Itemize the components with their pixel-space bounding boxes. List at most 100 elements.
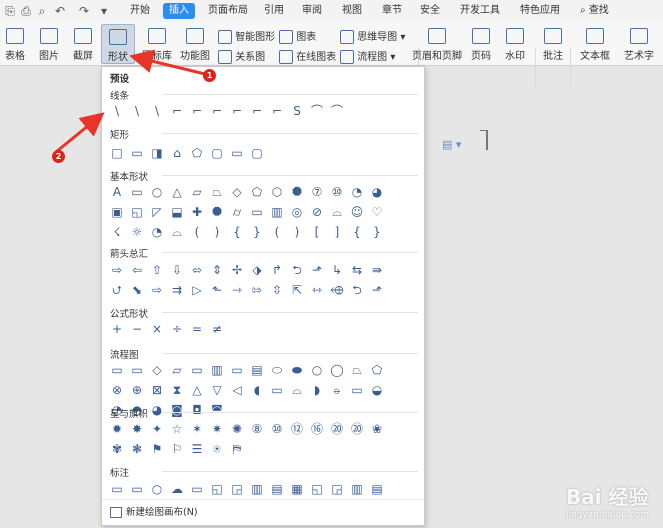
smart-shape-button[interactable]: 智能图形 (218, 28, 275, 44)
shape-icon[interactable]: ○ (147, 182, 167, 202)
shape-icon[interactable]: ⮌ (347, 280, 367, 300)
paste-options-icon[interactable]: ▤ ▾ (442, 138, 461, 151)
shape-icon[interactable]: ⑫ (287, 419, 307, 439)
shape-icon[interactable]: ] (327, 222, 347, 242)
shape-icon[interactable]: △ (167, 182, 187, 202)
shape-icon[interactable]: ⬗ (247, 260, 267, 280)
shape-icon[interactable]: } (367, 222, 387, 242)
shape-icon[interactable]: ◙ (167, 400, 187, 420)
shape-icon[interactable]: A (107, 182, 127, 202)
shape-icon[interactable]: ▽ (207, 380, 227, 400)
shape-icon[interactable]: ▥ (247, 479, 267, 499)
shape-icon[interactable]: ⇛ (367, 260, 387, 280)
shape-icon[interactable]: − (127, 319, 147, 339)
shape-icon[interactable]: ▭ (347, 380, 367, 400)
shape-icon[interactable]: ⇿ (307, 280, 327, 300)
shape-icon[interactable]: ⊕ (127, 380, 147, 400)
shape-icon[interactable]: ⇨ (107, 260, 127, 280)
shape-icon[interactable]: ☰ (187, 439, 207, 459)
print-icon[interactable]: ⎙ (18, 3, 34, 19)
shape-icon[interactable]: S (287, 101, 307, 121)
shape-icon[interactable]: ☺ (347, 202, 367, 222)
shape-icon[interactable]: ↳ (327, 260, 347, 280)
shape-icon[interactable]: ✹ (107, 419, 127, 439)
shape-icon[interactable]: ⌐ (207, 101, 227, 121)
shape-icon[interactable]: } (247, 222, 267, 242)
shape-icon[interactable]: ▥ (347, 479, 367, 499)
shape-icon[interactable]: ▱ (167, 360, 187, 380)
screenshot-button[interactable]: 截屏 (68, 28, 98, 62)
tab-developer[interactable]: 开发工具 (458, 3, 502, 19)
shape-icon[interactable]: ( (187, 222, 207, 242)
picture-button[interactable]: 图片 (34, 28, 64, 62)
shape-icon[interactable]: ⇉ (167, 280, 187, 300)
shape-icon[interactable]: ⑩ (267, 419, 287, 439)
shape-icon[interactable]: ○ (307, 360, 327, 380)
shape-icon[interactable]: ⊗ (107, 380, 127, 400)
shape-icon[interactable]: ▣ (107, 202, 127, 222)
tab-start[interactable]: 开始 (128, 3, 152, 19)
chart-button[interactable]: 图表 (279, 28, 316, 44)
shape-icon[interactable]: ⬠ (367, 360, 387, 380)
open-icon[interactable]: ⎘ (2, 3, 18, 19)
shape-icon[interactable]: ▷ (187, 280, 207, 300)
shape-icon[interactable]: \ (147, 101, 167, 121)
shape-icon[interactable]: ⑩ (327, 182, 347, 202)
shape-icon[interactable]: ⛿ (227, 439, 247, 459)
shape-icon[interactable]: ☇ (107, 222, 127, 242)
shape-icon[interactable]: ✷ (207, 419, 227, 439)
flowchart-button[interactable]: 流程图 ▾ (340, 48, 395, 64)
relation-chart-button[interactable]: 关系图 (218, 48, 265, 64)
shape-icon[interactable]: ⑧ (247, 419, 267, 439)
shape-icon[interactable]: ⚑ (147, 439, 167, 459)
shape-icon[interactable]: ▭ (127, 182, 147, 202)
shape-icon[interactable]: ▭ (127, 360, 147, 380)
shape-icon[interactable]: ❃ (127, 439, 147, 459)
shape-icon[interactable]: ▭ (247, 202, 267, 222)
shape-icon[interactable]: ◯ (327, 360, 347, 380)
shapes-button[interactable]: 形状 (101, 24, 135, 64)
shape-icon[interactable]: ✶ (187, 419, 207, 439)
shape-icon[interactable]: ▥ (267, 202, 287, 222)
shape-icon[interactable]: ⇧ (147, 260, 167, 280)
shape-icon[interactable]: ⬬ (287, 360, 307, 380)
shape-icon[interactable]: ⬏ (367, 280, 387, 300)
shape-icon[interactable]: ⇰ (247, 280, 267, 300)
shape-icon[interactable]: ⬠ (187, 143, 207, 163)
shape-icon[interactable]: ⌓ (167, 222, 187, 242)
shape-icon[interactable]: ◕ (367, 182, 387, 202)
shape-icon[interactable]: ✸ (127, 419, 147, 439)
shape-icon[interactable]: ⑦ (307, 182, 327, 202)
shape-icon[interactable]: ÷ (167, 319, 187, 339)
shape-icon[interactable]: ⬄ (187, 260, 207, 280)
shape-icon[interactable]: ⦵ (327, 380, 347, 400)
shape-icon[interactable]: ▭ (127, 143, 147, 163)
shape-icon[interactable]: ◇ (147, 360, 167, 380)
shape-icon[interactable]: × (147, 319, 167, 339)
shape-icon[interactable]: ▭ (187, 360, 207, 380)
shape-icon[interactable]: ▭ (227, 143, 247, 163)
tab-special[interactable]: 特色应用 (518, 3, 562, 19)
shape-icon[interactable]: ◒ (367, 380, 387, 400)
shape-icon[interactable]: ▤ (267, 479, 287, 499)
shape-icon[interactable]: ▭ (267, 380, 287, 400)
shape-icon[interactable]: + (107, 319, 127, 339)
shape-icon[interactable]: ⬭ (267, 360, 287, 380)
shape-icon[interactable]: ⯃ (207, 202, 227, 222)
tab-insert[interactable]: 插入 (163, 3, 195, 19)
shape-icon[interactable]: ⌐ (167, 101, 187, 121)
wordart-button[interactable]: 艺术字 (618, 28, 660, 62)
shape-icon[interactable]: ▱ (187, 182, 207, 202)
shape-icon[interactable]: ⌐ (247, 101, 267, 121)
shape-icon[interactable]: ⑳ (327, 419, 347, 439)
icon-library-button[interactable]: 图标库 (140, 28, 174, 62)
shape-icon[interactable]: ◇ (227, 182, 247, 202)
shape-icon[interactable]: ⇕ (207, 260, 227, 280)
tab-security[interactable]: 安全 (418, 3, 442, 19)
shape-icon[interactable]: ⌒ (307, 101, 327, 121)
shape-icon[interactable]: ◲ (327, 479, 347, 499)
shape-icon[interactable]: ⏢ (207, 182, 227, 202)
page-number-button[interactable]: 页码 (464, 28, 498, 62)
function-chart-button[interactable]: 功能图 (176, 28, 214, 62)
shape-icon[interactable]: ⚐ (167, 439, 187, 459)
